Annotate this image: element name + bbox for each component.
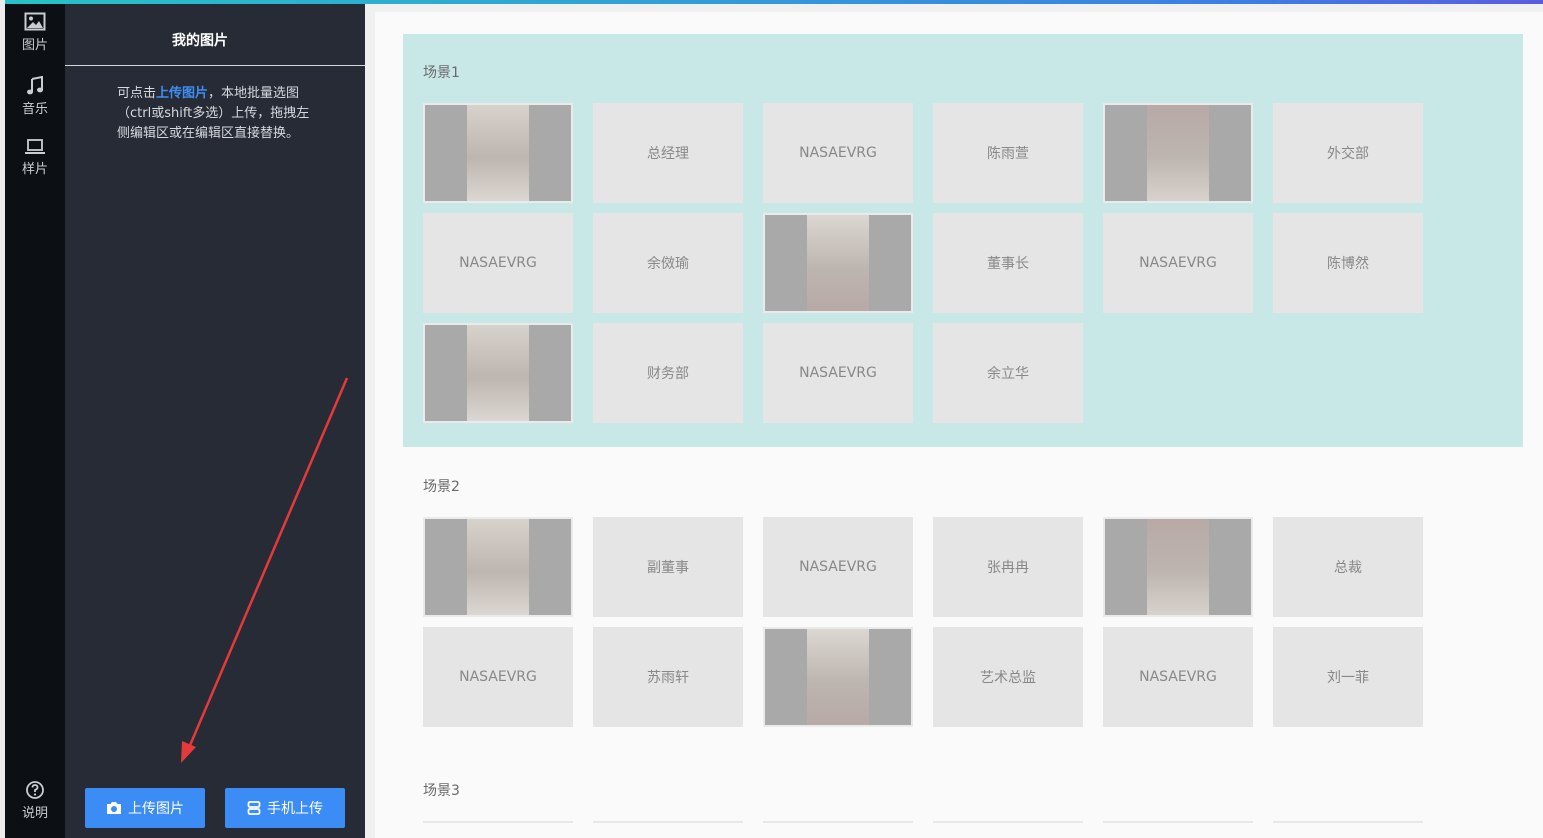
photo-tile[interactable] [423, 517, 573, 617]
panel-title: 我的图片 [172, 33, 228, 49]
tile-label: NASAEVRG [459, 669, 537, 685]
tile-label: 余立华 [987, 366, 1029, 382]
tile-label: NASAEVRG [799, 145, 877, 161]
scene-1-tiles: 总经理 NASAEVRG 陈雨萱 外交部 NASAEVRG 余傚瑜 董事长 NASAEVRG 陈… [423, 103, 1423, 423]
text-tile[interactable]: NASAEVRG [763, 103, 913, 203]
tile-placeholder[interactable] [763, 821, 913, 827]
scene-2[interactable]: 场景2 副董事 NASAEVRG 张冉冉 总裁 NASAEVRG 苏雨轩 艺术总监 NASAE… [403, 448, 1523, 748]
tile-label: 总裁 [1334, 560, 1362, 576]
image-icon [24, 12, 46, 31]
text-tile[interactable]: NASAEVRG [763, 323, 913, 423]
scene-3[interactable]: 场景3 [403, 752, 1523, 838]
photo-tile[interactable] [763, 627, 913, 727]
text-tile[interactable]: 苏雨轩 [593, 627, 743, 727]
text-tile[interactable]: 副董事 [593, 517, 743, 617]
tile-placeholder[interactable] [1273, 821, 1423, 827]
text-tile[interactable]: 财务部 [593, 323, 743, 423]
tile-label: NASAEVRG [1139, 255, 1217, 271]
text-tile[interactable]: NASAEVRG [423, 213, 573, 313]
tile-label: NASAEVRG [799, 365, 877, 381]
photo-tile[interactable] [763, 213, 913, 313]
photo-thumbnail [807, 215, 869, 311]
scene-title: 场景3 [423, 783, 460, 799]
upload-hint: 可点击上传图片，本地批量选图（ctrl或shift多选）上传，拖拽左侧编辑区或在… [117, 84, 317, 144]
tile-label: 副董事 [647, 560, 689, 576]
divider [65, 65, 365, 66]
text-tile[interactable]: 刘一菲 [1273, 627, 1423, 727]
rail-item-samples[interactable]: 样片 [5, 138, 65, 177]
scene-title: 场景2 [423, 479, 460, 495]
rail-item-images[interactable]: 图片 [5, 12, 65, 53]
tile-label: 刘一菲 [1327, 670, 1369, 686]
tile-label: 财务部 [647, 366, 689, 382]
tile-label: NASAEVRG [799, 559, 877, 575]
tile-label: 陈博然 [1327, 256, 1369, 272]
photo-thumbnail [807, 629, 869, 725]
text-tile[interactable]: NASAEVRG [423, 627, 573, 727]
text-tile[interactable]: 总裁 [1273, 517, 1423, 617]
tile-label: 总经理 [647, 146, 689, 162]
text-tile[interactable]: 艺术总监 [933, 627, 1083, 727]
rail-item-label: 说明 [21, 806, 48, 821]
photo-tile[interactable] [1103, 103, 1253, 203]
photo-tile[interactable] [423, 323, 573, 423]
my-images-panel: 我的图片 可点击上传图片，本地批量选图（ctrl或shift多选）上传，拖拽左侧… [65, 4, 365, 838]
photo-tile[interactable] [423, 103, 573, 203]
rail-item-label: 样片 [21, 162, 48, 177]
rail-item-help[interactable]: 说明 [5, 780, 65, 821]
tile-label: 余傚瑜 [647, 256, 689, 272]
photo-thumbnail [467, 325, 529, 421]
text-tile[interactable]: 董事长 [933, 213, 1083, 313]
tile-label: 艺术总监 [980, 670, 1036, 686]
button-label: 上传图片 [128, 801, 184, 817]
music-icon [27, 76, 43, 95]
scene-2-tiles: 副董事 NASAEVRG 张冉冉 总裁 NASAEVRG 苏雨轩 艺术总监 NASAEVRG 刘… [423, 517, 1423, 727]
photo-thumbnail [467, 519, 529, 615]
scene-3-tiles [423, 821, 1423, 827]
tile-label: NASAEVRG [459, 255, 537, 271]
tile-label: 张冉冉 [987, 560, 1029, 576]
help-icon [26, 781, 44, 799]
hint-upload-link[interactable]: 上传图片 [156, 86, 208, 101]
text-tile[interactable]: NASAEVRG [1103, 213, 1253, 313]
scene-1[interactable]: 场景1 总经理 NASAEVRG 陈雨萱 外交部 NASAEVRG 余傚瑜 董事长 NASAE… [403, 34, 1523, 447]
scene-editor: 场景1 总经理 NASAEVRG 陈雨萱 外交部 NASAEVRG 余傚瑜 董事长 NASAE… [375, 12, 1543, 838]
photo-thumbnail [1147, 105, 1209, 201]
text-tile[interactable]: 余立华 [933, 323, 1083, 423]
button-label: 手机上传 [267, 801, 323, 817]
laptop-icon [25, 139, 45, 154]
text-tile[interactable]: NASAEVRG [1103, 627, 1253, 727]
tile-label: 陈雨萱 [987, 146, 1029, 162]
hint-text: 可点击 [117, 86, 157, 101]
photo-thumbnail [467, 105, 529, 201]
tile-placeholder[interactable] [423, 821, 573, 827]
photo-tile[interactable] [1103, 517, 1253, 617]
tile-label: 苏雨轩 [647, 670, 689, 686]
rail-item-label: 图片 [21, 38, 48, 53]
text-tile[interactable]: 陈博然 [1273, 213, 1423, 313]
text-tile[interactable]: 余傚瑜 [593, 213, 743, 313]
photo-thumbnail [1147, 519, 1209, 615]
upload-image-button[interactable]: 上传图片 [85, 788, 205, 828]
tile-placeholder[interactable] [1103, 821, 1253, 827]
text-tile[interactable]: 张冉冉 [933, 517, 1083, 617]
mobile-upload-button[interactable]: 手机上传 [225, 788, 345, 828]
tile-label: 外交部 [1327, 146, 1369, 162]
tile-placeholder[interactable] [593, 821, 743, 827]
rail-item-label: 音乐 [21, 102, 48, 117]
tile-label: NASAEVRG [1139, 669, 1217, 685]
text-tile[interactable]: 外交部 [1273, 103, 1423, 203]
text-tile[interactable]: 陈雨萱 [933, 103, 1083, 203]
text-tile[interactable]: NASAEVRG [763, 517, 913, 617]
camera-icon [107, 802, 121, 814]
rail-item-music[interactable]: 音乐 [5, 76, 65, 117]
text-tile[interactable]: 总经理 [593, 103, 743, 203]
tile-label: 董事长 [987, 256, 1029, 272]
scene-title: 场景1 [423, 65, 460, 81]
mobile-upload-icon [247, 801, 261, 815]
tile-placeholder[interactable] [933, 821, 1083, 827]
left-nav-rail: 图片 音乐 样片 说明 [5, 4, 65, 838]
